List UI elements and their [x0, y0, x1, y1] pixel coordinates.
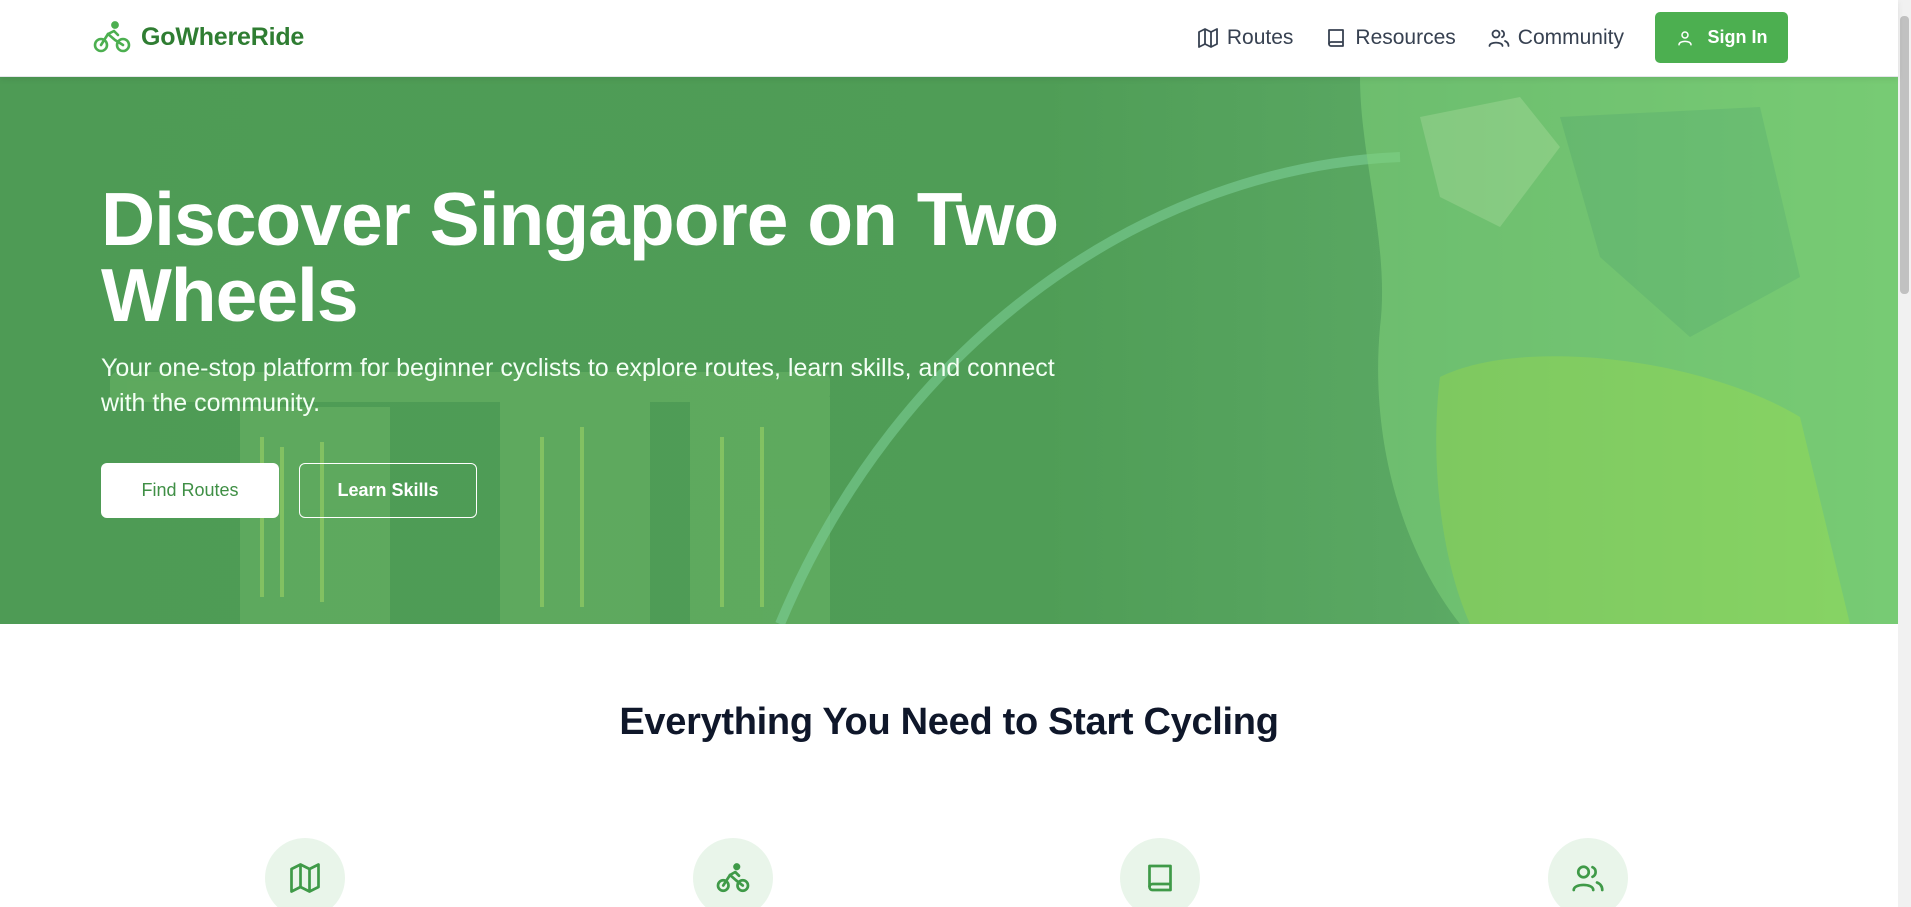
nav-item-community[interactable]: Community [1487, 26, 1624, 50]
learn-skills-button[interactable]: Learn Skills [299, 463, 477, 518]
main-nav: Routes Resources Community Sign In [1196, 12, 1788, 63]
feature-skills-icon-wrap [693, 838, 773, 907]
map-icon [290, 863, 320, 893]
scrollbar-thumb[interactable] [1900, 16, 1909, 294]
top-navbar: GoWhereRide Routes Resources Community S… [0, 0, 1898, 77]
book-icon [1328, 28, 1345, 47]
nav-item-routes[interactable]: Routes [1196, 25, 1294, 50]
feature-icons-row [0, 838, 1898, 907]
hero-section: Discover Singapore on Two Wheels Your on… [0, 77, 1898, 624]
hero-content: Discover Singapore on Two Wheels Your on… [101, 181, 1081, 518]
hero-buttons: Find Routes Learn Skills [101, 463, 1081, 518]
users-icon [1572, 865, 1604, 892]
hero-title: Discover Singapore on Two Wheels [101, 177, 1059, 337]
book-icon [1148, 864, 1172, 892]
feature-resources-icon-wrap [1120, 838, 1200, 907]
brand-name: GoWhereRide [141, 22, 305, 51]
nav-label-resources: Resources [1355, 25, 1456, 49]
feature-routes-icon-wrap [265, 838, 345, 907]
find-routes-button[interactable]: Find Routes [101, 463, 279, 518]
nav-label-community: Community [1517, 25, 1624, 49]
map-icon [1197, 27, 1218, 48]
bike-icon [716, 863, 750, 893]
nav-item-resources[interactable]: Resources [1324, 25, 1456, 50]
features-title: Everything You Need to Start Cycling [619, 701, 1279, 743]
brand-logo[interactable]: GoWhereRide [93, 20, 304, 54]
feature-community-icon-wrap [1548, 838, 1628, 907]
user-icon [1677, 30, 1692, 45]
page-scrollbar[interactable] [1898, 0, 1911, 907]
sign-in-label: Sign In [1707, 27, 1768, 47]
hero-subtitle: Your one-stop platform for beginner cycl… [101, 354, 1055, 417]
bike-icon [93, 21, 131, 53]
users-icon [1488, 29, 1510, 47]
sign-in-button[interactable]: Sign In [1655, 12, 1788, 63]
nav-label-routes: Routes [1226, 25, 1294, 49]
